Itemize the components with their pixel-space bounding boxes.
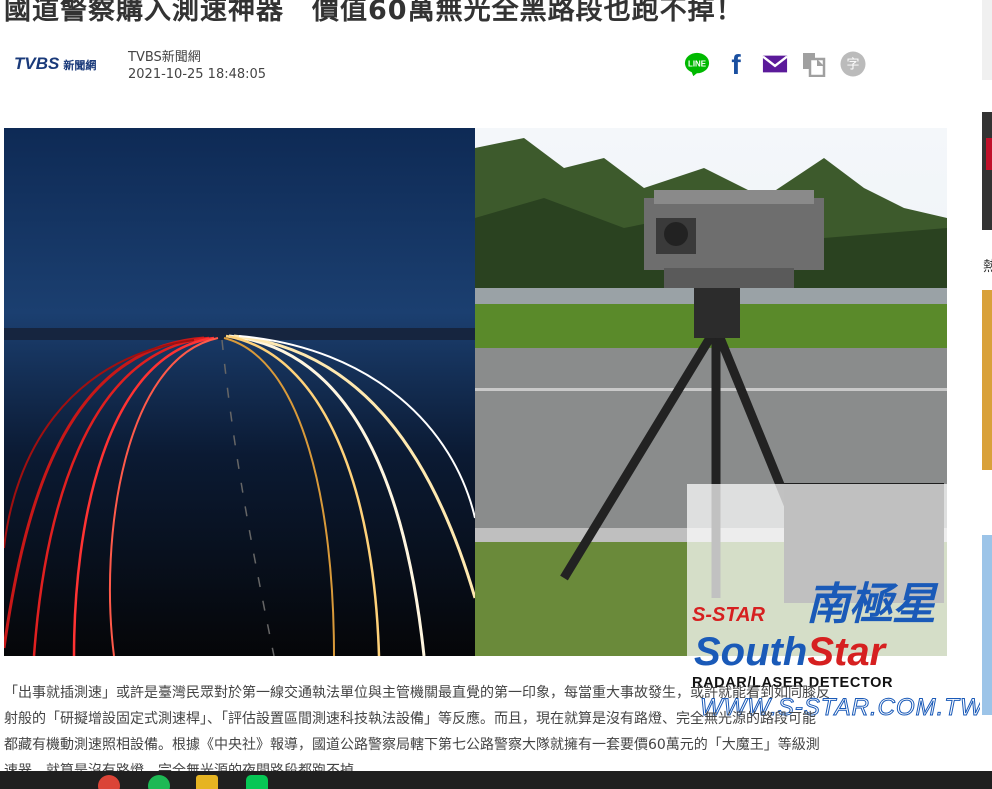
logo-mark: TVBS bbox=[14, 54, 60, 73]
tvbs-logo[interactable]: TVBS 新聞網 bbox=[14, 54, 96, 74]
sidebar-ad-accent bbox=[986, 138, 992, 170]
line-app-icon[interactable] bbox=[246, 775, 268, 789]
logo-sub: 新聞網 bbox=[63, 60, 97, 72]
line-label: LINE bbox=[688, 59, 706, 68]
body-line: 都藏有機動測速照相設備。根據《中央社》報導，國道公路警察局轄下第七公路警察大隊就… bbox=[4, 737, 820, 753]
watermark-brand-cn: 南極星 bbox=[806, 579, 936, 630]
line-share-icon: LINE bbox=[684, 52, 710, 77]
line-share-button[interactable]: LINE bbox=[684, 51, 710, 77]
body-line: 「出事就插測速」或許是臺灣民眾對於第一線交通執法單位與主管機關最直覺的第一印象，… bbox=[4, 685, 830, 701]
body-line: 射般的「研擬增設固定式測速桿」、「評估設置區間測速科技執法設備」等反應。而且，現… bbox=[4, 711, 816, 727]
article-body: 「出事就插測速」或許是臺灣民眾對於第一線交通執法單位與主管機關最直覺的第一印象，… bbox=[4, 680, 949, 784]
copy-link-button[interactable] bbox=[801, 51, 827, 77]
watermark-star: Star bbox=[807, 630, 886, 674]
sidebar-thumbnail[interactable] bbox=[982, 535, 992, 715]
facebook-share-button[interactable]: f bbox=[723, 51, 749, 77]
article-source[interactable]: TVBS新聞網 bbox=[128, 46, 201, 65]
email-share-button[interactable] bbox=[762, 51, 788, 77]
sidebar-heading: 熱 bbox=[983, 259, 992, 275]
font-size-icon: 字 bbox=[840, 51, 866, 77]
sidebar-thumbnail[interactable] bbox=[982, 290, 992, 470]
email-share-icon bbox=[762, 55, 788, 73]
copy-link-icon bbox=[803, 53, 826, 77]
facebook-label: f bbox=[731, 51, 741, 77]
article-timestamp: 2021-10-25 18:48:05 bbox=[128, 67, 267, 82]
font-size-label: 字 bbox=[846, 58, 859, 73]
sidebar-ad[interactable] bbox=[982, 112, 992, 230]
facebook-share-icon: f bbox=[731, 51, 741, 77]
watermark-sstar: S-STAR bbox=[692, 604, 765, 626]
share-bar: LINE f 字 bbox=[684, 51, 866, 77]
folder-icon[interactable] bbox=[196, 775, 218, 789]
article-headline: 國道警察購入測速神器 價值60萬無光全黑路段也跑不掉！ bbox=[4, 0, 744, 26]
watermark-southstar: SouthStar bbox=[694, 630, 885, 675]
font-size-button[interactable]: 字 bbox=[840, 51, 866, 77]
sidebar-card[interactable] bbox=[982, 0, 992, 80]
watermark-south: South bbox=[694, 630, 808, 674]
article-page: 國道警察購入測速神器 價值60萬無光全黑路段也跑不掉！ TVBS 新聞網 TVBS… bbox=[0, 0, 992, 789]
